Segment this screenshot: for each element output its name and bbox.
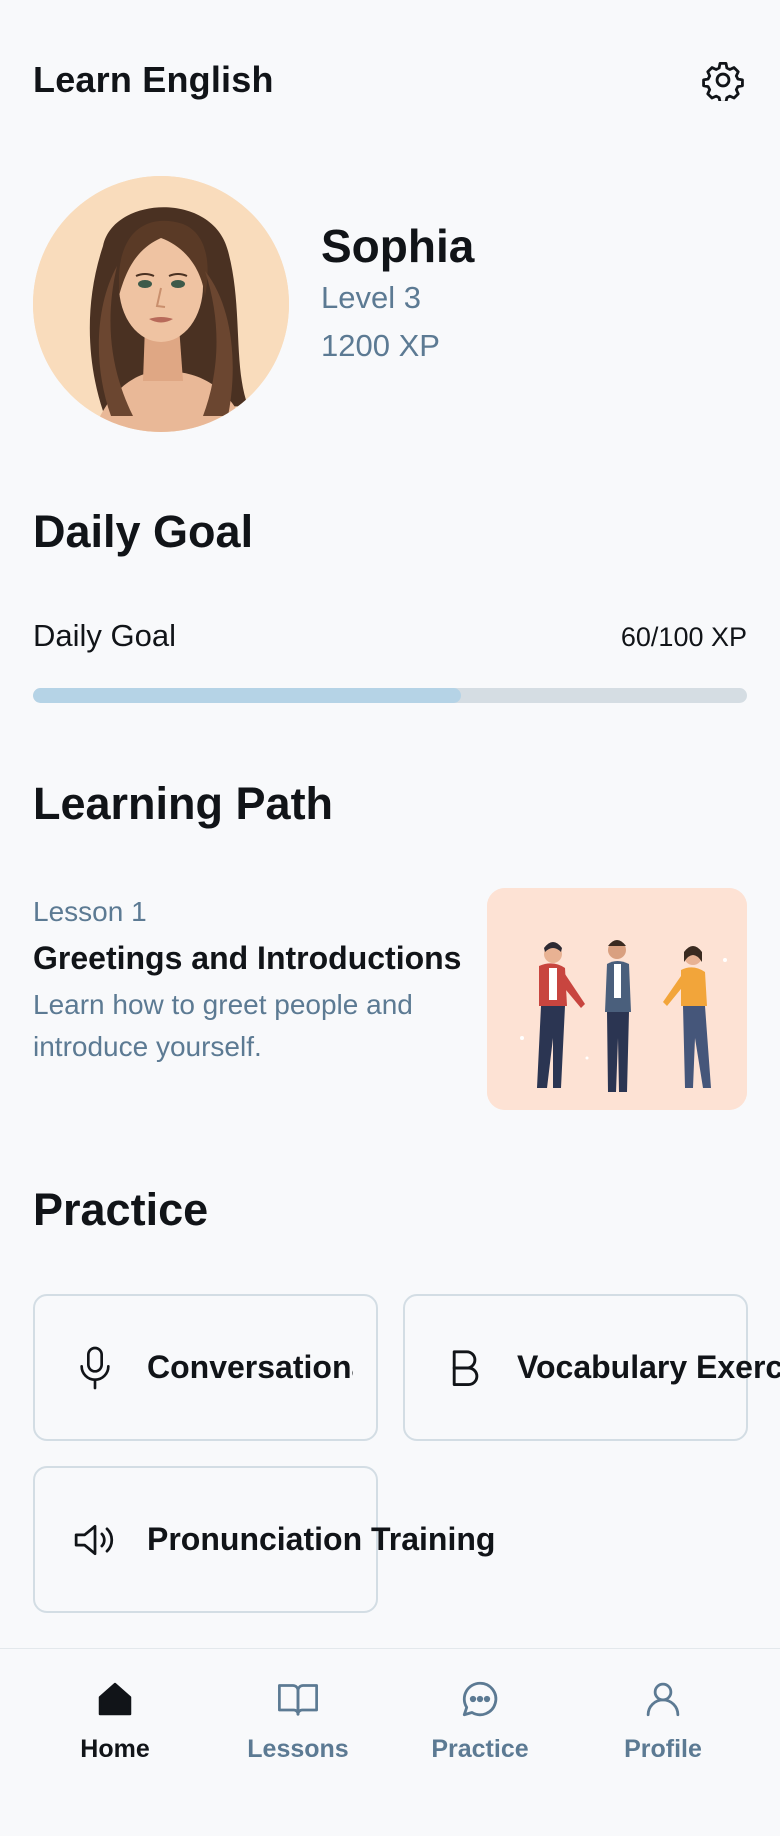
practice-card-pronunciation[interactable]: Pronunciation Training [33,1466,495,1613]
practice-heading: Practice [33,1184,209,1235]
gear-icon [702,61,744,101]
speaker-icon [67,1512,123,1568]
nav-item-profile[interactable]: Profile [593,1675,733,1785]
nav-label: Home [80,1735,150,1763]
card-label-clip: Conversational Practice [123,1349,353,1386]
user-level: Level 3 [321,280,421,315]
learning-path-heading: Learning Path [33,778,334,829]
book-icon [274,1675,322,1723]
card-label: Pronunciation Training [147,1521,496,1557]
nav-label: Practice [431,1735,529,1763]
daily-goal-label: Daily Goal [33,618,176,653]
bold-b-icon [437,1340,493,1396]
lesson-illustration[interactable] [487,888,747,1110]
lesson-text: Lesson 1 Greetings and Introductions Lea… [33,892,473,1068]
profile-summary: Sophia Level 3 1200 XP [33,176,474,432]
app-title: Learn English [33,59,274,100]
nav-item-practice[interactable]: Practice [410,1675,550,1785]
nav-label: Profile [624,1735,702,1763]
daily-goal-value: 60/100 XP [620,622,747,652]
user-name: Sophia [321,220,475,272]
card-label: Vocabulary Exercises [517,1349,780,1385]
lesson-number: Lesson 1 [33,896,147,927]
nav-item-home[interactable]: Home [45,1675,185,1785]
home-icon [91,1675,139,1723]
profile-info: Sophia Level 3 1200 XP [321,218,474,370]
daily-goal-progress-bar [33,688,747,703]
people-greeting-illustration [487,888,747,1110]
daily-goal-row: Daily Goal 60/100 XP [33,618,747,654]
chat-bubble-icon [456,1675,504,1723]
daily-goal-progress-fill [33,688,462,703]
microphone-icon [67,1340,123,1396]
nav-label: Lessons [247,1735,349,1763]
nav-item-lessons[interactable]: Lessons [228,1675,368,1785]
avatar-portrait [33,176,289,432]
practice-card-vocabulary[interactable]: Vocabulary Exercises [403,1294,780,1441]
user-xp: 1200 XP [321,328,440,363]
bottom-navigation: Home Lessons Practice Profile [0,1648,780,1836]
daily-goal-heading: Daily Goal [33,506,254,557]
app-screen: Learn English Sophia Level 3 1200 XP Dai… [0,0,780,1836]
top-bar: Learn English [33,52,747,108]
avatar[interactable] [33,176,289,432]
card-label: Conversational Practice [147,1349,353,1385]
practice-card-conversational[interactable]: Conversational Practice [33,1294,378,1441]
user-icon [639,1675,687,1723]
lesson-title: Greetings and Introductions [33,940,462,976]
practice-cards-row: Conversational Practice Vocabulary Exerc… [0,1290,780,1450]
lesson-description: Learn how to greet people and introduce … [33,989,413,1062]
lesson-card[interactable]: Lesson 1 Greetings and Introductions Lea… [33,888,747,1110]
settings-button[interactable] [699,56,747,104]
